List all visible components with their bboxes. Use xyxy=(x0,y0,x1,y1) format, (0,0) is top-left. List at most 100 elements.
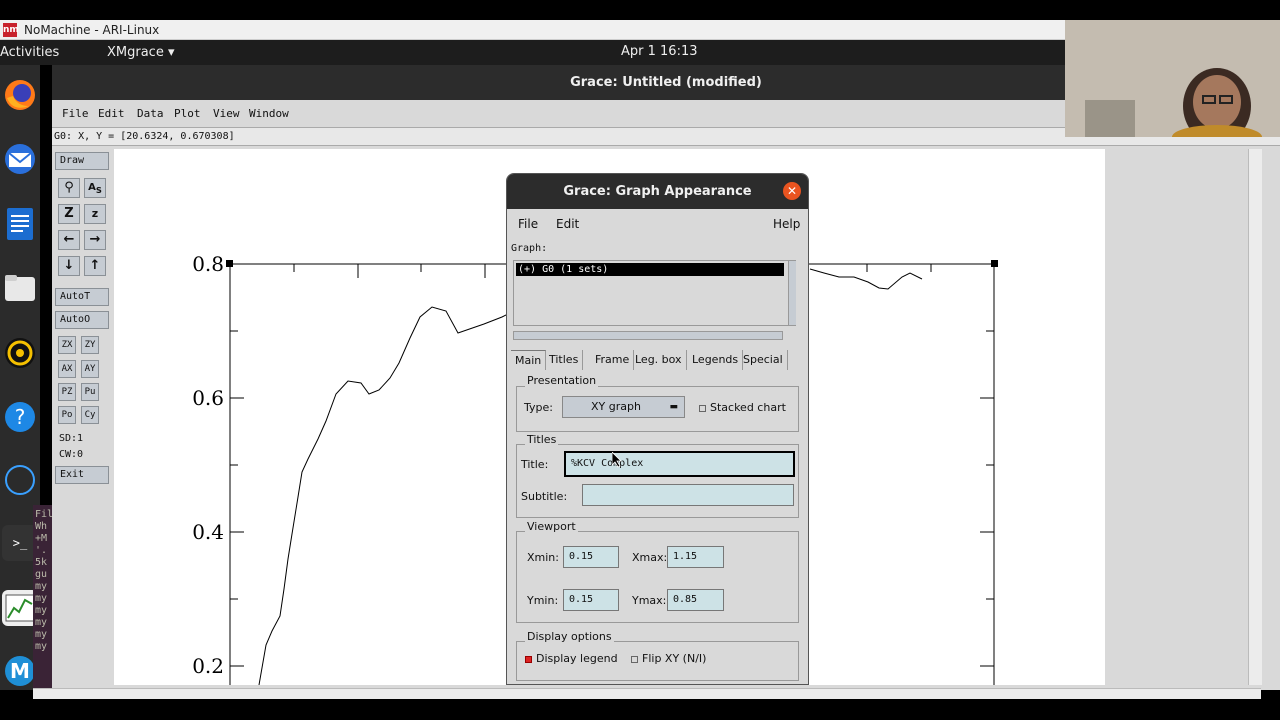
stacked-chart-checkbox[interactable]: Stacked chart xyxy=(699,401,786,414)
webcam-overlay xyxy=(1065,20,1280,137)
terminal-line: my xyxy=(35,617,48,628)
ax-button[interactable]: AX xyxy=(58,360,76,378)
zoom-out-icon[interactable]: Z xyxy=(58,204,80,224)
graph-list[interactable]: (+) G0 (1 sets) xyxy=(513,260,796,326)
menu-plot[interactable]: Plot xyxy=(174,107,201,120)
ay-button[interactable]: AY xyxy=(81,360,99,378)
mail-icon[interactable] xyxy=(2,141,38,177)
sd-readout: SD:1 xyxy=(59,433,84,444)
arrow-right-icon[interactable]: → xyxy=(84,230,106,250)
terminal-line: Wh xyxy=(35,521,48,532)
exit-button[interactable]: Exit xyxy=(55,466,109,484)
dialog-menu-help[interactable]: Help xyxy=(773,217,800,231)
toolbar: Draw ⚲ AS Z z ← → ↓ ↑ AutoT AutoO ZX ZY … xyxy=(52,146,114,690)
tab-frame[interactable]: Frame xyxy=(591,350,635,370)
y-tick-label: 0.2 xyxy=(192,654,224,678)
chevron-down-icon: ▬ xyxy=(669,402,678,412)
dialog-menu-file[interactable]: File xyxy=(518,217,538,231)
terminal-line: Fil xyxy=(35,509,53,520)
arrow-left-icon[interactable]: ← xyxy=(58,230,80,250)
arrow-up-icon[interactable]: ↑ xyxy=(84,256,106,276)
terminal-line: my xyxy=(35,581,48,592)
autoo-button[interactable]: AutoO xyxy=(55,311,109,329)
title-label: Title: xyxy=(521,458,549,471)
terminal-line: +M xyxy=(35,533,48,544)
y-tick-label: 0.8 xyxy=(192,252,224,276)
loading-ring-icon[interactable] xyxy=(2,462,38,498)
selection-handle[interactable] xyxy=(226,260,233,267)
nomachine-icon: nm xyxy=(3,23,19,37)
help-icon[interactable]: ? xyxy=(2,399,38,435)
menu-view[interactable]: View xyxy=(213,107,240,120)
po-button[interactable]: Po xyxy=(58,406,76,424)
screen: nm NoMachine - ARI-Linux Activities XMgr… xyxy=(0,0,1280,720)
y-tick-label: 0.4 xyxy=(192,520,224,544)
arrow-down-icon[interactable]: ↓ xyxy=(58,256,80,276)
writer-icon[interactable] xyxy=(2,206,38,242)
selection-handle[interactable] xyxy=(991,260,998,267)
firefox-icon[interactable] xyxy=(2,77,38,113)
canvas-margin xyxy=(1105,149,1245,685)
xmin-input[interactable]: 0.15 xyxy=(563,546,619,568)
ymax-input[interactable]: 0.85 xyxy=(667,589,724,611)
close-icon[interactable]: ✕ xyxy=(783,182,801,200)
flip-xy-checkbox[interactable]: Flip XY (N/I) xyxy=(631,652,706,665)
menu-edit[interactable]: Edit xyxy=(98,107,125,120)
data-curve xyxy=(258,306,511,686)
horizontal-scrollbar[interactable] xyxy=(33,688,1261,699)
subtitle-label: Subtitle: xyxy=(521,490,568,503)
y-tick-label: 0.6 xyxy=(192,386,224,410)
zy-button[interactable]: ZY xyxy=(81,336,99,354)
files-icon[interactable] xyxy=(2,270,38,306)
rhythmbox-icon[interactable] xyxy=(2,335,38,371)
graph-list-hscroll[interactable] xyxy=(513,331,783,340)
tab-legends[interactable]: Legends xyxy=(688,350,744,370)
type-select[interactable]: XY graph ▬ xyxy=(562,396,685,418)
tab-titles[interactable]: Titles xyxy=(545,350,584,370)
svg-text:M: M xyxy=(10,659,30,683)
nomachine-title: NoMachine - ARI-Linux xyxy=(24,23,160,37)
draw-button[interactable]: Draw xyxy=(55,152,109,170)
tab-main[interactable]: Main xyxy=(511,350,547,370)
menu-window[interactable]: Window xyxy=(249,107,289,120)
pz-button[interactable]: PZ xyxy=(58,383,76,401)
zx-button[interactable]: ZX xyxy=(58,336,76,354)
activities-button[interactable]: Activities xyxy=(0,45,59,60)
pu-button[interactable]: Pu xyxy=(81,383,99,401)
cw-readout: CW:0 xyxy=(59,449,84,460)
autot-button[interactable]: AutoT xyxy=(55,288,109,306)
ymin-input[interactable]: 0.15 xyxy=(563,589,619,611)
graph-list-scrollbar[interactable] xyxy=(788,261,796,325)
autoscale-icon[interactable]: AS xyxy=(84,178,106,198)
clock[interactable]: Apr 1 16:13 xyxy=(621,44,698,59)
tab-special[interactable]: Special xyxy=(739,350,788,370)
terminal-line: my xyxy=(35,593,48,604)
terminal-line: gu xyxy=(35,569,48,580)
dialog-menu-edit[interactable]: Edit xyxy=(556,217,579,231)
cy-button[interactable]: Cy xyxy=(81,406,99,424)
ymin-label: Ymin: xyxy=(527,594,559,607)
display-legend-checkbox[interactable]: Display legend xyxy=(525,652,618,665)
terminal-line: my xyxy=(35,605,48,616)
svg-text:?: ? xyxy=(15,405,26,429)
vertical-scrollbar[interactable] xyxy=(1248,149,1262,685)
viewport-frame xyxy=(516,531,799,623)
xmin-label: Xmin: xyxy=(527,551,559,564)
xmax-input[interactable]: 1.15 xyxy=(667,546,724,568)
data-curve xyxy=(809,268,923,290)
display-options-label: Display options xyxy=(525,630,614,643)
graph-list-label: Graph: xyxy=(511,243,548,254)
terminal-line: my xyxy=(35,641,48,652)
title-input[interactable]: %KCV Complex xyxy=(564,451,795,477)
menu-data[interactable]: Data xyxy=(137,107,164,120)
app-menu[interactable]: XMgrace ▾ xyxy=(107,45,175,60)
presentation-label: Presentation xyxy=(525,374,599,387)
type-label: Type: xyxy=(524,401,553,414)
menu-file[interactable]: File xyxy=(62,107,89,120)
graph-list-item[interactable]: (+) G0 (1 sets) xyxy=(516,263,784,276)
subtitle-input[interactable] xyxy=(582,484,794,506)
tab-leg-box[interactable]: Leg. box xyxy=(631,350,687,370)
titles-label: Titles xyxy=(525,433,559,446)
zoom-in-icon[interactable]: z xyxy=(84,204,106,224)
zoom-icon[interactable]: ⚲ xyxy=(58,178,80,198)
